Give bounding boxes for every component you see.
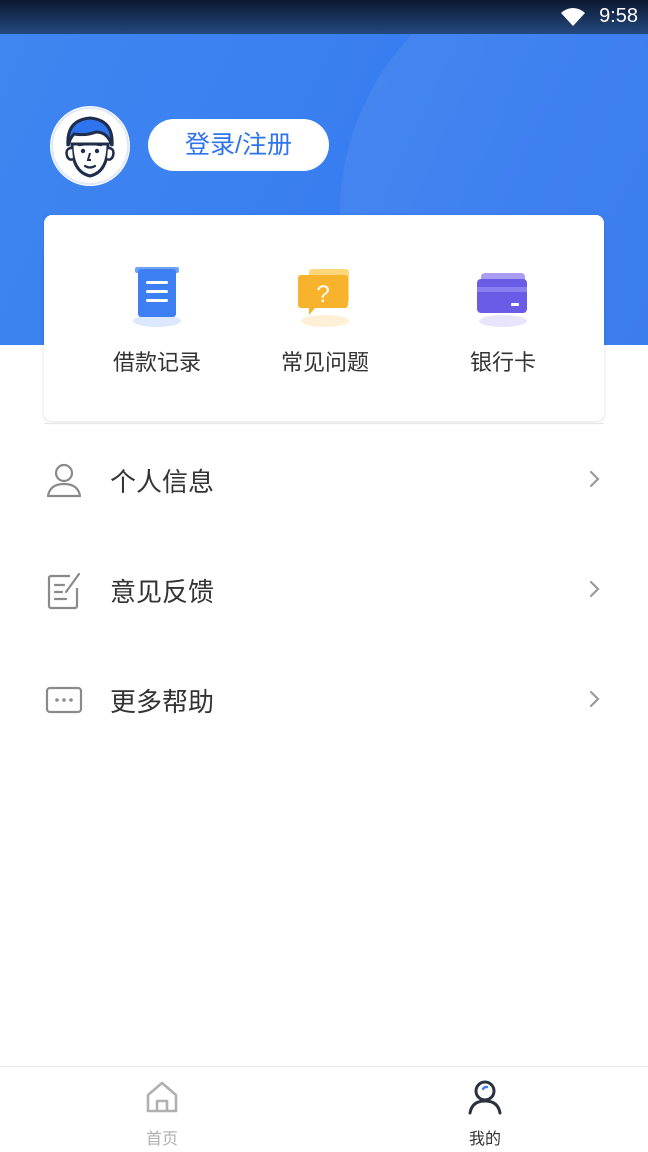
menu-item-label: 意见反馈 (110, 578, 215, 608)
more-help-icon (45, 686, 83, 714)
menu-item-feedback[interactable]: 意见反馈 (0, 534, 648, 644)
status-bar: 9:58 (0, 0, 648, 34)
quick-actions-card: 借款记录 ? 常见问题 银行卡 (44, 215, 604, 421)
home-icon (146, 1081, 178, 1113)
quick-action-label: 常见问题 (280, 351, 369, 376)
profile-icon (468, 1080, 502, 1115)
quick-action-faq[interactable]: ? 常见问题 (232, 215, 418, 421)
status-time: 9:58 (599, 5, 638, 27)
menu-item-label: 更多帮助 (110, 688, 215, 718)
wifi-icon (561, 8, 585, 26)
chevron-right-icon (589, 470, 600, 488)
avatar[interactable] (50, 106, 130, 186)
login-register-button[interactable]: 登录/注册 (148, 119, 329, 171)
tab-profile[interactable]: 我的 (405, 1067, 565, 1152)
avatar-face-icon (51, 107, 129, 185)
menu-item-more-help[interactable]: 更多帮助 (0, 644, 648, 754)
chevron-right-icon (589, 580, 600, 598)
bottom-tab-bar: 首页 我的 (0, 1066, 648, 1152)
quick-action-label: 借款记录 (112, 351, 201, 376)
menu-item-label: 个人信息 (110, 468, 215, 498)
quick-action-bank-card[interactable]: 银行卡 (410, 215, 596, 421)
bank-card-icon (477, 273, 527, 327)
chevron-right-icon (589, 690, 600, 708)
svg-text:?: ? (316, 281, 329, 308)
tab-label: 首页 (145, 1129, 178, 1148)
document-icon (133, 267, 181, 327)
tab-label: 我的 (468, 1129, 501, 1148)
question-bubble-icon: ? (298, 269, 349, 327)
quick-action-label: 银行卡 (469, 351, 536, 376)
user-icon (46, 463, 82, 498)
tab-home[interactable]: 首页 (82, 1067, 242, 1152)
quick-action-loan-records[interactable]: 借款记录 (64, 215, 250, 421)
edit-note-icon (47, 572, 81, 610)
menu-item-personal-info[interactable]: 个人信息 (0, 424, 648, 534)
